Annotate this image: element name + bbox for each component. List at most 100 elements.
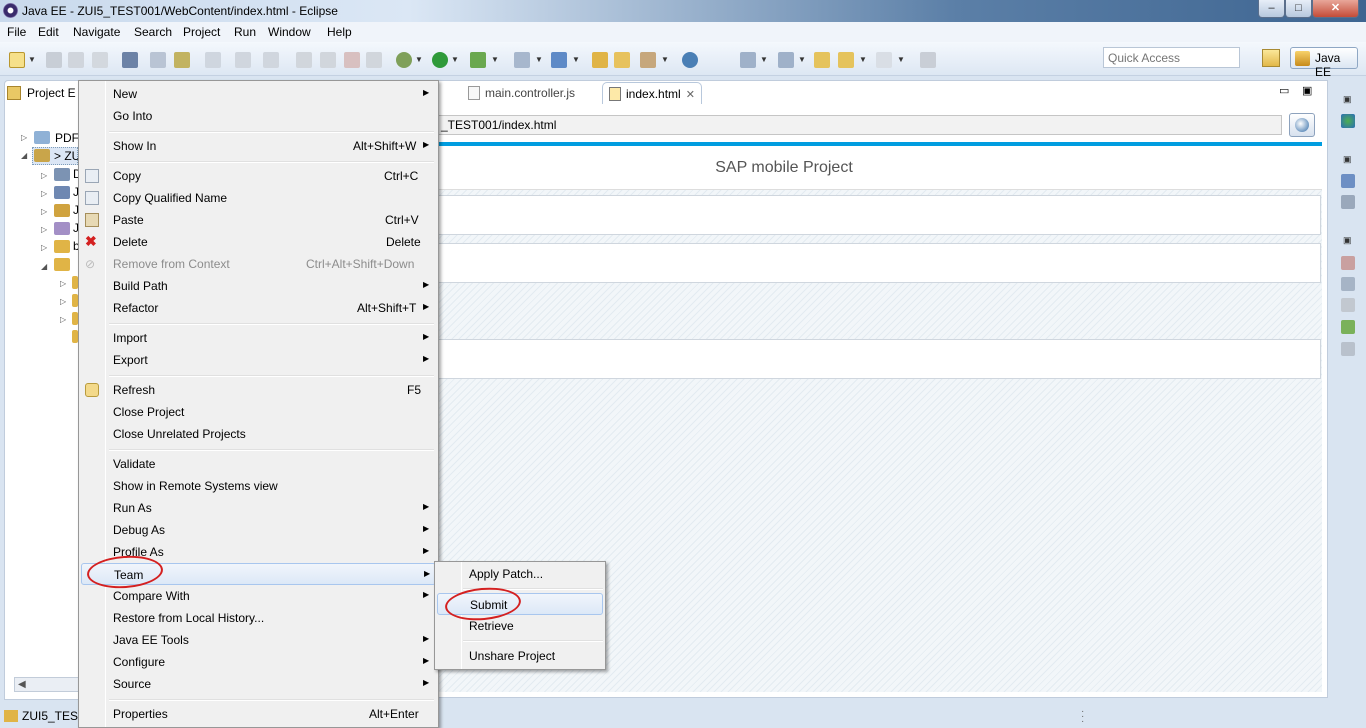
expand-icon[interactable]: ▷: [41, 225, 47, 234]
new-class-icon[interactable]: [551, 52, 567, 68]
external-tools-icon[interactable]: [470, 52, 486, 68]
globe-icon[interactable]: [682, 52, 698, 68]
scroll-left-icon[interactable]: ◀: [18, 679, 26, 690]
menu-file[interactable]: File: [7, 25, 26, 39]
expand-icon[interactable]: ▷: [60, 279, 66, 288]
menu-item-apply-patch[interactable]: Apply Patch...: [437, 563, 603, 585]
chevron-down-icon[interactable]: ▼: [28, 55, 36, 64]
folder-icon[interactable]: [614, 52, 630, 68]
chevron-down-icon[interactable]: ▼: [535, 55, 543, 64]
suspend-icon[interactable]: [320, 52, 336, 68]
back-icon[interactable]: [838, 52, 854, 68]
menu-item-debug-as[interactable]: Debug As ▶: [80, 519, 437, 541]
menu-item-close-unrelated-projects[interactable]: Close Unrelated Projects: [80, 423, 437, 445]
new-server-icon[interactable]: [514, 52, 530, 68]
expand-icon[interactable]: ▷: [41, 207, 47, 216]
menu-item-unshare-project[interactable]: Unshare Project: [437, 645, 603, 667]
save-all-icon[interactable]: [68, 52, 84, 68]
link-icon[interactable]: [205, 52, 221, 68]
task-list-icon[interactable]: [150, 52, 166, 68]
outline-icon[interactable]: [1341, 174, 1355, 188]
horizontal-scrollbar[interactable]: ◀: [14, 677, 80, 692]
expand-icon[interactable]: ▷: [21, 133, 27, 142]
new-icon[interactable]: [9, 52, 25, 68]
prev-annotation-icon[interactable]: [778, 52, 794, 68]
project-explorer-title[interactable]: Project E: [27, 86, 76, 100]
run-icon[interactable]: [432, 52, 448, 68]
expand-icon[interactable]: ▷: [41, 243, 47, 252]
close-icon[interactable]: ✕: [686, 89, 695, 101]
open-perspective-icon[interactable]: [1262, 49, 1280, 67]
chevron-down-icon[interactable]: ▼: [798, 55, 806, 64]
redo-icon[interactable]: [263, 52, 279, 68]
tree-item[interactable]: PDF: [55, 131, 79, 145]
menu-item-close-project[interactable]: Close Project: [80, 401, 437, 423]
sap-input-field[interactable]: [436, 339, 1321, 379]
restore-icon[interactable]: ▣: [1343, 154, 1352, 165]
menu-item-show-in-remote-systems[interactable]: Show in Remote Systems view: [80, 475, 437, 497]
menu-run[interactable]: Run: [234, 25, 256, 39]
menu-item-source[interactable]: Source ▶: [80, 673, 437, 695]
debug-icon[interactable]: [396, 52, 412, 68]
open-type-icon[interactable]: [122, 52, 138, 68]
tab-index-html[interactable]: index.html ✕: [602, 82, 702, 104]
menu-item-java-ee-tools[interactable]: Java EE Tools ▶: [80, 629, 437, 651]
quick-access-input[interactable]: [1103, 47, 1240, 68]
maximize-editor-icon[interactable]: ▣: [1302, 84, 1312, 97]
menu-help[interactable]: Help: [327, 25, 352, 39]
menu-item-delete[interactable]: ✖ Delete Delete: [80, 231, 437, 253]
menu-navigate[interactable]: Navigate: [73, 25, 120, 39]
menu-item-compare-with[interactable]: Compare With ▶: [80, 585, 437, 607]
menu-item-copy[interactable]: Copy Ctrl+C: [80, 165, 437, 187]
markers-icon[interactable]: [1341, 256, 1355, 270]
menu-item-refresh[interactable]: Refresh F5: [80, 379, 437, 401]
terminate-icon[interactable]: [344, 52, 360, 68]
next-annotation-icon[interactable]: [740, 52, 756, 68]
menu-item-paste[interactable]: Paste Ctrl+V: [80, 209, 437, 231]
menu-item-properties[interactable]: Properties Alt+Enter: [80, 703, 437, 725]
menu-item-import[interactable]: Import ▶: [80, 327, 437, 349]
minimize-editor-icon[interactable]: ▭: [1279, 84, 1289, 97]
expand-icon[interactable]: ▷: [60, 297, 66, 306]
chevron-down-icon[interactable]: ▼: [572, 55, 580, 64]
menu-item-refactor[interactable]: Refactor Alt+Shift+T ▶: [80, 297, 437, 319]
minimize-button[interactable]: –: [1258, 0, 1285, 18]
expand-icon[interactable]: ▷: [41, 189, 47, 198]
data-source-icon[interactable]: [1341, 320, 1355, 334]
maximize-button[interactable]: □: [1285, 0, 1312, 18]
chevron-down-icon[interactable]: ▼: [491, 55, 499, 64]
brush-icon[interactable]: [640, 52, 656, 68]
sap-input-field[interactable]: [436, 195, 1321, 235]
go-button[interactable]: [1289, 113, 1315, 137]
menu-item-build-path[interactable]: Build Path ▶: [80, 275, 437, 297]
menu-window[interactable]: Window: [268, 25, 311, 39]
menu-item-run-as[interactable]: Run As ▶: [80, 497, 437, 519]
chevron-down-icon[interactable]: ▼: [897, 55, 905, 64]
browser-url-field[interactable]: _TEST001/index.html: [436, 115, 1282, 135]
expand-icon[interactable]: ▷: [60, 315, 66, 324]
menu-item-remove-from-context[interactable]: ⊘ Remove from Context Ctrl+Alt+Shift+Down: [80, 253, 437, 275]
properties-icon[interactable]: [1341, 277, 1355, 291]
menu-item-go-into[interactable]: Go Into: [80, 105, 437, 127]
last-edit-icon[interactable]: [814, 52, 830, 68]
chevron-down-icon[interactable]: ▼: [661, 55, 669, 64]
collapse-icon[interactable]: ◢: [21, 151, 27, 160]
close-button[interactable]: ✕: [1312, 0, 1359, 18]
menu-item-configure[interactable]: Configure ▶: [80, 651, 437, 673]
restore-icon[interactable]: ▣: [1343, 235, 1352, 246]
servers-icon[interactable]: [1341, 298, 1355, 312]
palette-icon[interactable]: [1341, 114, 1355, 128]
forward-icon[interactable]: [876, 52, 892, 68]
menu-edit[interactable]: Edit: [38, 25, 59, 39]
sap-input-field[interactable]: [436, 243, 1321, 283]
menu-search[interactable]: Search: [134, 25, 172, 39]
open-task-icon[interactable]: [174, 52, 190, 68]
menu-item-restore-local-history[interactable]: Restore from Local History...: [80, 607, 437, 629]
menu-item-new[interactable]: New ▶: [80, 83, 437, 105]
chevron-down-icon[interactable]: ▼: [451, 55, 459, 64]
save-icon[interactable]: [46, 52, 62, 68]
open-folder-icon[interactable]: [592, 52, 608, 68]
collapse-icon[interactable]: ◢: [41, 262, 47, 271]
tab-main-controller[interactable]: main.controller.js: [468, 82, 575, 104]
disconnect-icon[interactable]: [366, 52, 382, 68]
